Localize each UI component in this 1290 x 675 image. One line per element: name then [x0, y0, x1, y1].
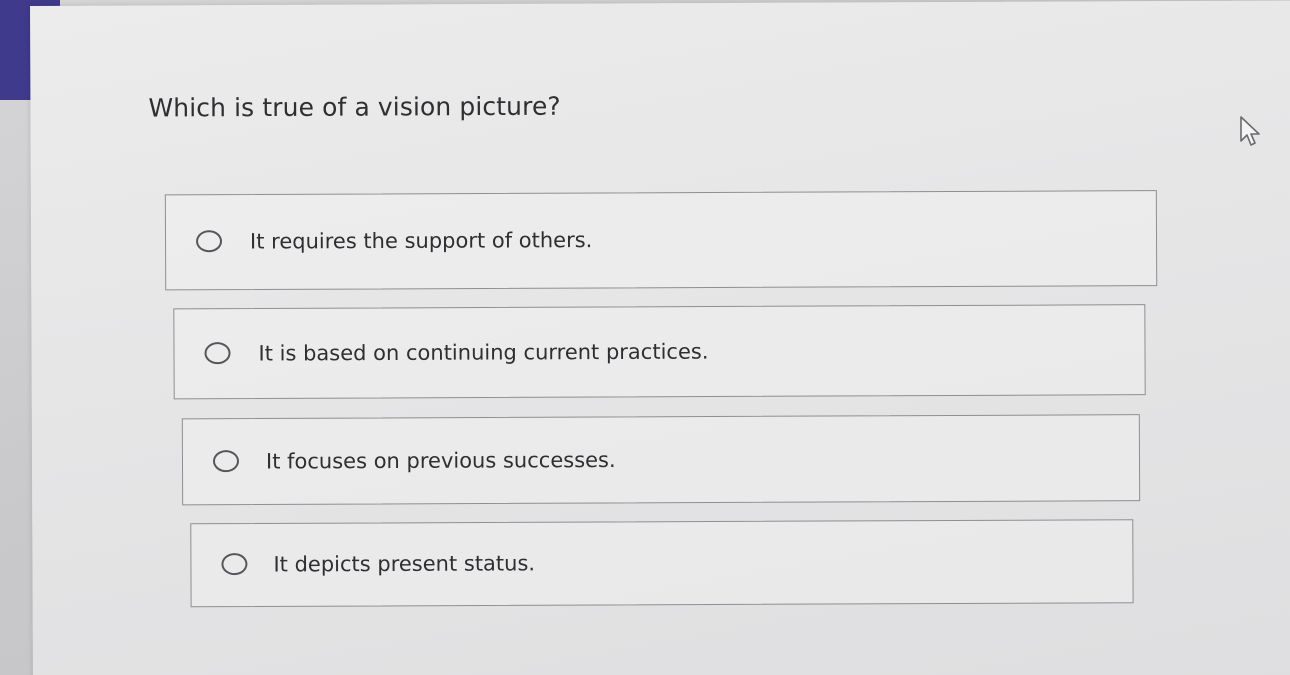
radio-circle-icon[interactable]	[195, 230, 223, 253]
answer-option-3[interactable]: It focuses on previous successes.	[181, 414, 1141, 506]
answer-option-1[interactable]: It requires the support of others.	[164, 190, 1158, 291]
pointer-cursor-icon	[1240, 116, 1260, 146]
question-panel: Which is true of a vision picture? It re…	[30, 0, 1290, 675]
answer-option-label: It requires the support of others.	[249, 228, 593, 254]
screen: Which is true of a vision picture? It re…	[0, 0, 1290, 675]
question-text: Which is true of a vision picture?	[148, 91, 561, 123]
answer-option-label: It depicts present status.	[273, 551, 536, 577]
radio-circle-icon[interactable]	[212, 449, 240, 472]
answer-option-label: It is based on continuing current practi…	[258, 339, 709, 366]
answer-option-label: It focuses on previous successes.	[265, 447, 616, 473]
answer-option-4[interactable]: It depicts present status.	[190, 519, 1134, 608]
radio-circle-icon[interactable]	[204, 341, 231, 364]
answer-option-2[interactable]: It is based on continuing current practi…	[173, 304, 1146, 400]
radio-circle-icon[interactable]	[221, 553, 248, 576]
